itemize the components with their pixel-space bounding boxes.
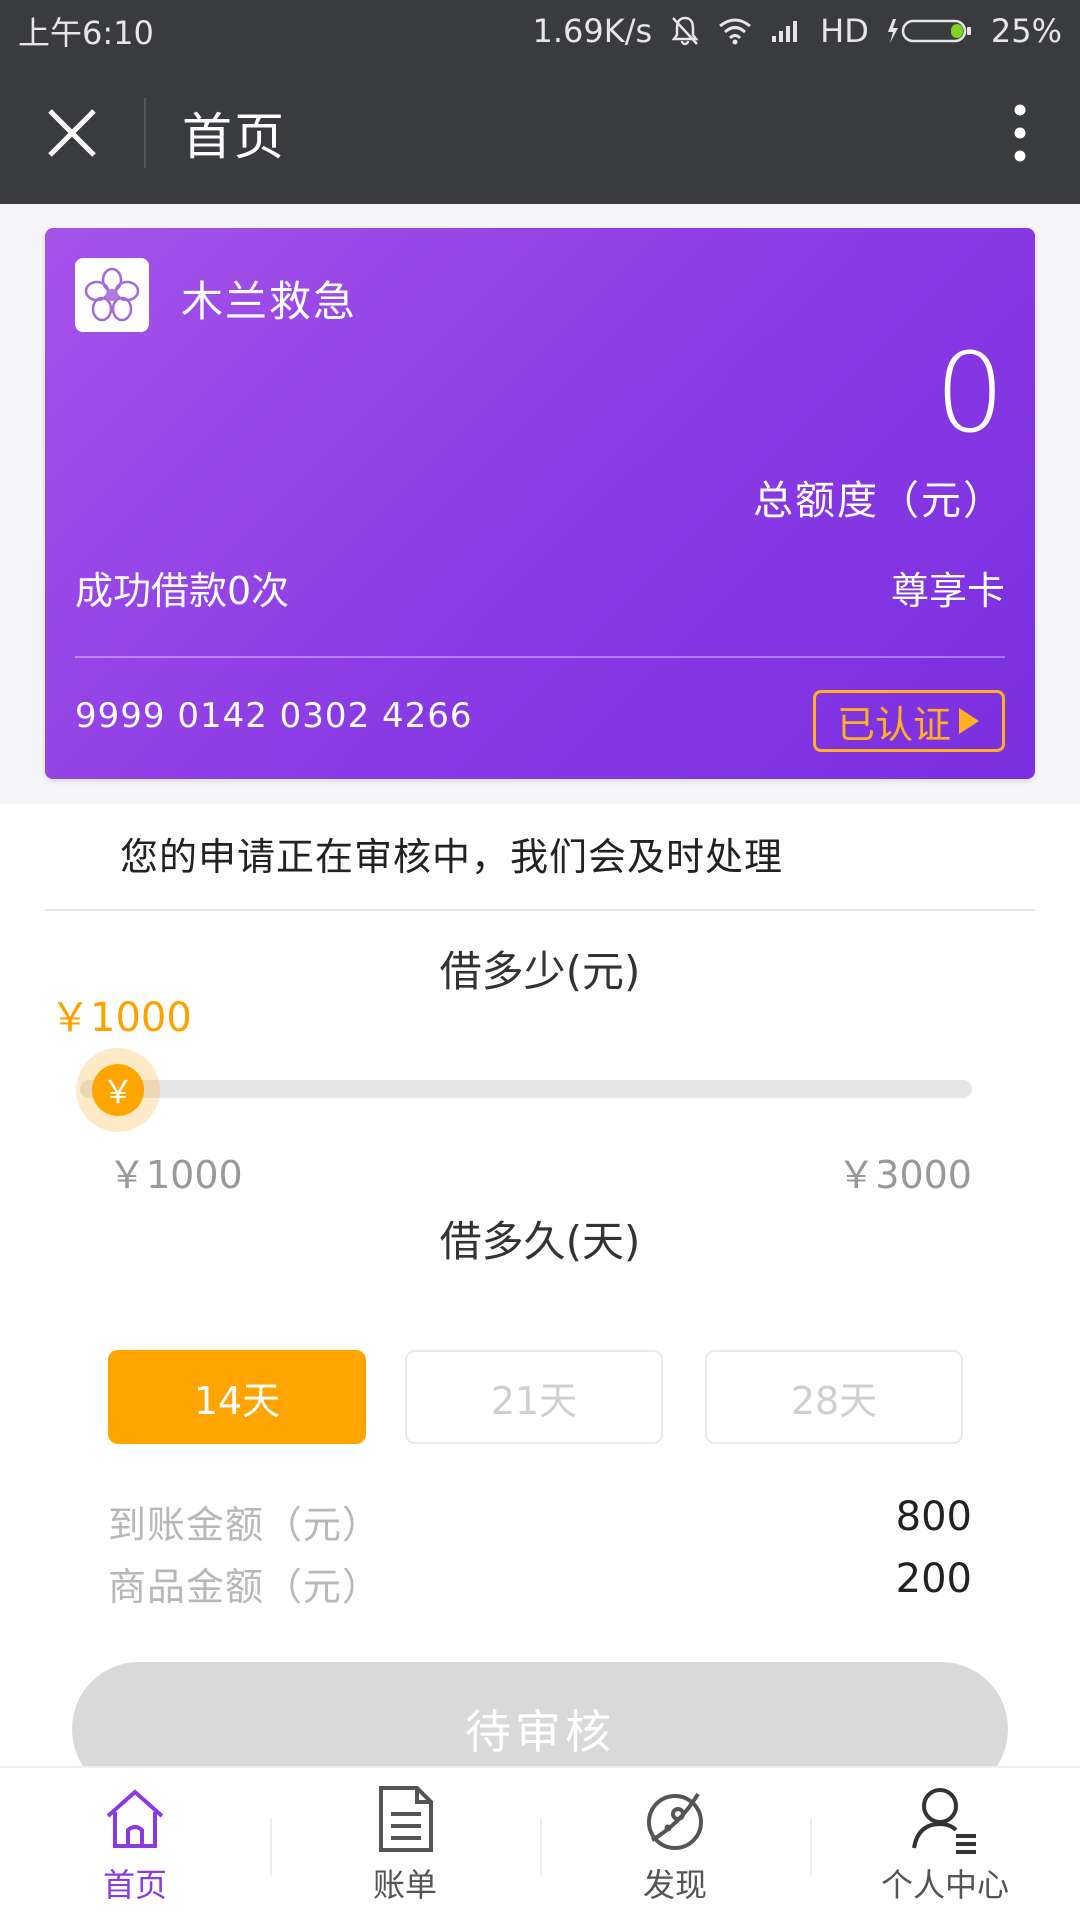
card-number: 9999 0142 0302 4266: [75, 696, 473, 736]
verified-label: 已认证: [836, 702, 951, 747]
amount-current-value: ￥1000: [50, 995, 192, 1041]
brand-name: 木兰救急: [181, 277, 358, 326]
duration-option-28[interactable]: 28天: [705, 1350, 963, 1444]
received-amount-value: 800: [895, 1494, 972, 1540]
discover-icon: [647, 1792, 703, 1850]
duration-option-14[interactable]: 14天: [108, 1350, 366, 1444]
nav-item-profile[interactable]: 个人中心: [810, 1768, 1080, 1922]
nav-label-discover: 发现: [642, 1866, 707, 1904]
brand-logo: [75, 258, 149, 332]
received-amount-label: 到账金额（元）: [108, 1503, 382, 1547]
close-button[interactable]: [40, 101, 104, 165]
status-right: 1.69K/s HD 25%: [532, 12, 1062, 50]
amount-max: ￥3000: [837, 1153, 972, 1197]
nav-item-bill[interactable]: 账单: [270, 1768, 540, 1922]
user-icon: [912, 1788, 976, 1854]
verified-button[interactable]: 已认证: [813, 690, 1005, 752]
section-divider: [45, 909, 1035, 911]
card-tier: 尊享卡: [890, 569, 1005, 613]
top-bar: 首页: [0, 62, 1080, 204]
nav-item-discover[interactable]: 发现: [540, 1768, 810, 1922]
bottom-nav: 首页 账单 发现 个人中心: [0, 1766, 1080, 1922]
wifi-icon: [718, 17, 752, 45]
bill-icon: [379, 1786, 433, 1852]
yuan-icon: ￥: [101, 1073, 134, 1111]
amount-min: ￥1000: [108, 1153, 243, 1197]
nav-item-home[interactable]: 首页: [0, 1768, 270, 1922]
play-arrow-icon: [959, 708, 979, 734]
nav-label-profile: 个人中心: [880, 1866, 1009, 1904]
duration-option-21[interactable]: 21天: [405, 1350, 663, 1444]
card-divider: [75, 656, 1005, 658]
status-time: 上午6:10: [18, 14, 154, 52]
amount-slider-track[interactable]: [80, 1080, 972, 1098]
borrow-count: 成功借款0次: [75, 569, 290, 613]
home-icon: [106, 1789, 164, 1848]
page-title: 首页: [182, 108, 286, 166]
network-type: HD: [820, 12, 869, 50]
amount-slider-thumb[interactable]: ￥: [92, 1064, 144, 1116]
more-vertical-icon: [1014, 104, 1026, 162]
total-amount: 0: [935, 329, 1005, 457]
goods-amount-label: 商品金额（元）: [108, 1565, 382, 1609]
mute-bell-icon: [670, 15, 700, 47]
battery-icon: [887, 17, 973, 45]
status-bar: 上午6:10 1.69K/s HD 25%: [0, 0, 1080, 62]
credit-card: 木兰救急 0 总额度（元） 成功借款0次 尊享卡 9999 0142 0302 …: [45, 228, 1035, 779]
signal-icon: [770, 18, 802, 44]
review-notice: 您的申请正在审核中，我们会及时处理: [120, 835, 784, 879]
header-divider: [144, 98, 146, 168]
network-speed: 1.69K/s: [532, 12, 653, 50]
goods-amount-value: 200: [895, 1556, 972, 1602]
close-icon: [48, 109, 96, 157]
more-button[interactable]: [1000, 93, 1040, 173]
total-amount-label: 总额度（元）: [753, 478, 1005, 524]
battery-level: 25%: [990, 12, 1062, 50]
nav-label-bill: 账单: [372, 1866, 437, 1904]
duration-title: 借多久(天): [439, 1217, 641, 1266]
nav-label-home: 首页: [102, 1866, 167, 1904]
submit-label: 待审核: [465, 1705, 615, 1759]
flower-logo-icon: [84, 267, 140, 322]
